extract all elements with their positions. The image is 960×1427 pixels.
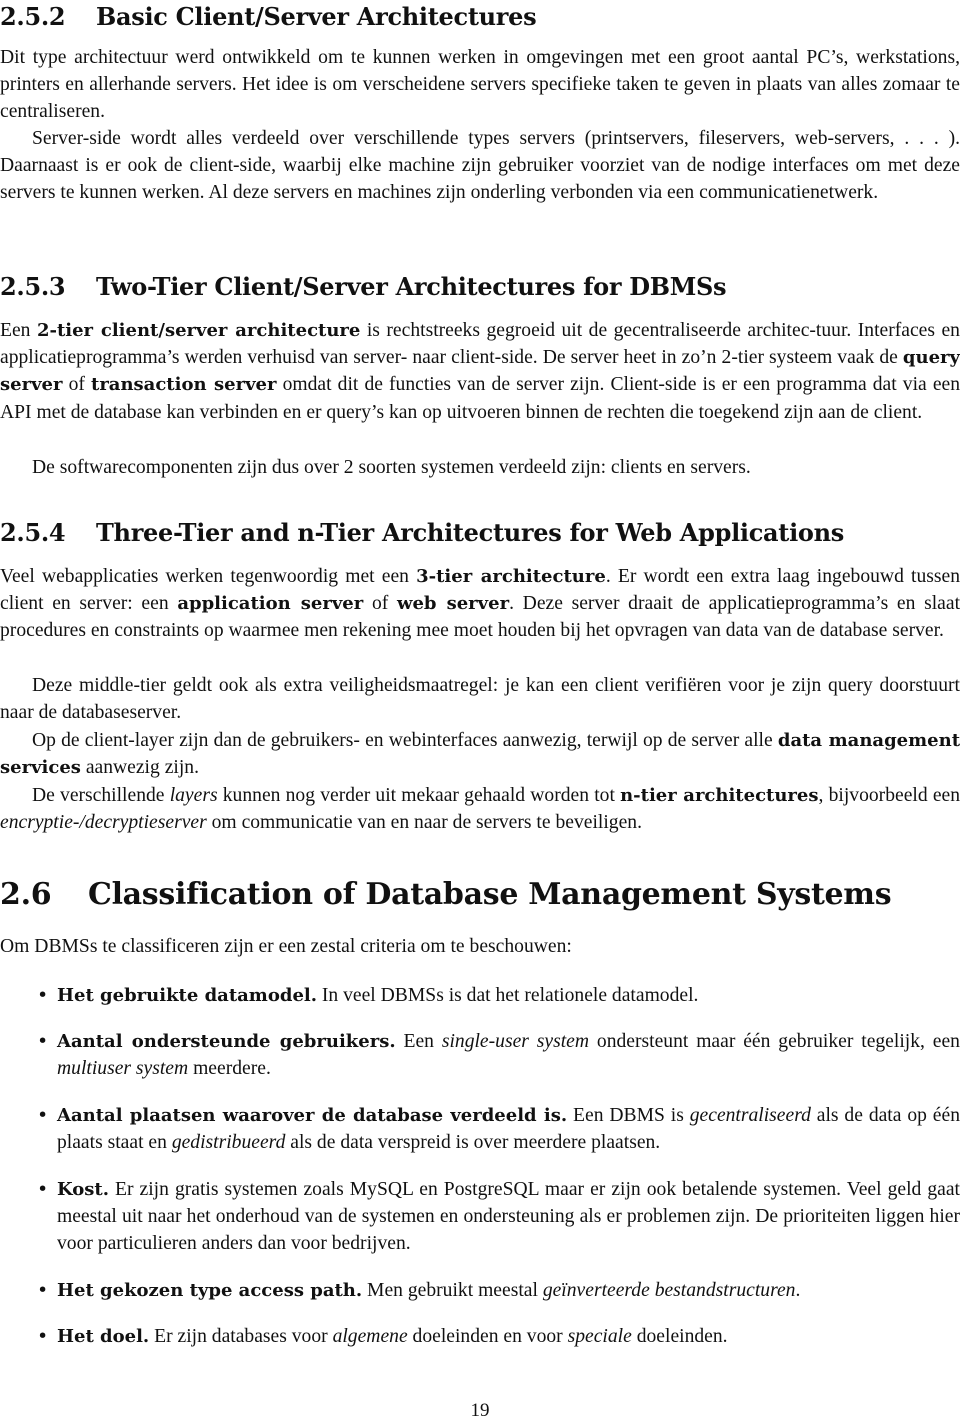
- italic-term: gedistribueerd: [171, 1132, 286, 1154]
- paragraph: De softwarecomponenten zijn dus over 2 s…: [0, 454, 960, 481]
- text-run: Een: [0, 320, 37, 341]
- bullet-icon: •: [37, 1325, 49, 1347]
- list-item: • Het gebruikte datamodel. In veel DBMSs…: [37, 982, 960, 1009]
- bold-term: Het doel.: [57, 1326, 150, 1347]
- text-run: aanwezig zijn.: [80, 757, 199, 779]
- italic-term: gecentraliseerd: [689, 1105, 811, 1126]
- bold-term: transaction server: [91, 374, 277, 396]
- text-run: of: [62, 374, 91, 396]
- section-heading-2-5-4: 2.5.4 Three-Tier and n-Tier Architectures…: [0, 518, 960, 548]
- text-run: De verschillende: [32, 785, 170, 806]
- bold-term: Aantal plaatsen waarover de database ver…: [57, 1105, 568, 1126]
- italic-term: multiuser system: [57, 1058, 189, 1080]
- paragraph: Deze middle-tier geldt ook als extra vei…: [0, 672, 960, 726]
- list-item-text: Kost. Er zijn gratis systemen zoals MySQ…: [57, 1176, 960, 1258]
- italic-term: encryptie-/decryptieserver: [0, 812, 207, 834]
- bold-term: 2-tier client/server architecture: [36, 320, 361, 341]
- page-number: 19: [470, 1400, 490, 1421]
- italic-term: geïnverteerde bestandstructuren: [542, 1280, 796, 1301]
- text-run: Er zijn gratis systemen zoals MySQL en P…: [57, 1179, 960, 1255]
- text-run: om communicatie van en naar de servers t…: [206, 812, 642, 834]
- text-run: Op de client-layer zijn dan de gebruiker…: [32, 730, 778, 751]
- bold-term: n-tier architectures: [620, 785, 819, 806]
- text-run: Deze middle-tier geldt ook als extra vei…: [0, 675, 960, 724]
- text-run: of: [363, 593, 397, 615]
- section-number: 2.5.3: [0, 272, 66, 301]
- paragraph: De verschillende layers kunnen nog verde…: [0, 782, 960, 836]
- list-item-text: Het gebruikte datamodel. In veel DBMSs i…: [57, 982, 960, 1009]
- text-run: meerdere.: [188, 1058, 271, 1080]
- paragraph: Veel webapplicaties werken tegenwoordig …: [0, 563, 960, 645]
- section-heading-2-5-2: 2.5.2 Basic Client/Server Architectures: [0, 2, 960, 32]
- bullet-icon: •: [37, 1178, 49, 1200]
- bold-term: Kost.: [57, 1179, 109, 1200]
- section-number: 2.5.4: [0, 518, 66, 547]
- section-title: Classification of Database Management Sy…: [88, 877, 892, 912]
- text-run: In veel DBMSs is dat het relationele dat…: [317, 985, 699, 1006]
- text-run: doeleinden en voor: [407, 1326, 568, 1347]
- section-number: 2.5.2: [0, 2, 66, 31]
- italic-term: layers: [169, 785, 218, 806]
- list-item: • Aantal ondersteunde gebruikers. Een si…: [37, 1028, 960, 1082]
- list-item-text: Het doel. Er zijn databases voor algemen…: [57, 1323, 960, 1350]
- section-number: 2.6: [0, 877, 52, 912]
- paragraph: Server-side wordt alles verdeeld over ve…: [0, 125, 960, 207]
- list-item-text: Het gekozen type access path. Men gebrui…: [57, 1277, 960, 1304]
- section-title: Basic Client/Server Architectures: [96, 2, 537, 31]
- bold-term: Aantal ondersteunde gebruikers.: [57, 1031, 396, 1052]
- list-item-text: Aantal ondersteunde gebruikers. Een sing…: [57, 1028, 960, 1082]
- section-title: Two-Tier Client/Server Architectures for…: [96, 272, 727, 301]
- text-run: Veel webapplicaties werken tegenwoordig …: [0, 566, 417, 587]
- text-run: Dit type architectuur werd ontwikkeld om…: [0, 47, 960, 123]
- text-run: Een: [395, 1031, 442, 1052]
- text-run: Server-side wordt alles verdeeld over ve…: [0, 128, 960, 204]
- italic-term: single-user system: [441, 1031, 590, 1052]
- bullet-icon: •: [37, 984, 49, 1006]
- bullet-icon: •: [37, 1030, 49, 1052]
- section-heading-2-5-3: 2.5.3 Two-Tier Client/Server Architecture…: [0, 272, 960, 302]
- bullet-icon: •: [37, 1104, 49, 1126]
- paragraph: Dit type architectuur werd ontwikkeld om…: [0, 44, 960, 126]
- italic-term: speciale: [567, 1326, 632, 1347]
- bold-term: Het gebruikte datamodel.: [57, 985, 317, 1006]
- paragraph: Op de client-layer zijn dan de gebruiker…: [0, 727, 960, 781]
- section-title: Three-Tier and n-Tier Architectures for …: [96, 518, 844, 547]
- intro-paragraph: Om DBMSs te classificeren zijn er een ze…: [0, 936, 572, 957]
- bullet-icon: •: [37, 1279, 49, 1301]
- text-run: Een DBMS is: [567, 1105, 690, 1126]
- italic-term: algemene: [332, 1326, 408, 1347]
- text-run: kunnen nog verder uit mekaar gehaald wor…: [217, 785, 621, 806]
- text-run: doeleinden.: [631, 1326, 728, 1347]
- bold-term: web server: [396, 593, 510, 615]
- bold-term: Het gekozen type access path.: [57, 1280, 363, 1301]
- section-heading-2-6: 2.6 Classification of Database Management…: [0, 877, 960, 913]
- text-run: als de data verspreid is over meerdere p…: [285, 1132, 661, 1154]
- bold-term: application server: [177, 593, 364, 615]
- list-item-text: Aantal plaatsen waarover de database ver…: [57, 1102, 960, 1156]
- text-run: De softwarecomponenten zijn dus over 2 s…: [32, 457, 751, 478]
- list-item: • Aantal plaatsen waarover de database v…: [37, 1102, 960, 1156]
- list-item: • Het doel. Er zijn databases voor algem…: [37, 1323, 960, 1350]
- paragraph: Een 2-tier client/server architecture is…: [0, 317, 960, 426]
- text-run: Er zijn databases voor: [149, 1326, 333, 1347]
- bold-term: 3-tier architecture: [416, 566, 606, 587]
- text-run: ondersteunt maar één gebruiker tegelijk,…: [589, 1031, 960, 1052]
- text-run: , bijvoorbeeld een: [818, 785, 960, 806]
- list-item: • Kost. Er zijn gratis systemen zoals My…: [37, 1176, 960, 1258]
- text-run: Men gebruikt meestal: [362, 1280, 543, 1301]
- text-run: .: [795, 1280, 801, 1301]
- list-item: • Het gekozen type access path. Men gebr…: [37, 1277, 960, 1304]
